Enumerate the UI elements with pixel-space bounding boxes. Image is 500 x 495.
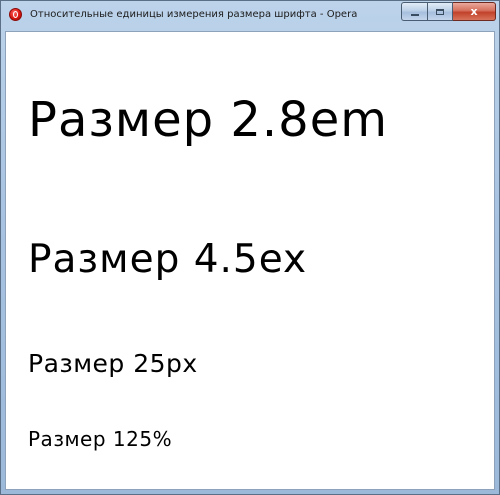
text-size-2-8em: Размер 2.8em	[28, 92, 388, 148]
text-size-125-percent: Размер 125%	[28, 427, 173, 451]
opera-icon[interactable]	[9, 8, 22, 21]
close-button[interactable]: x	[453, 2, 496, 21]
maximize-button[interactable]	[427, 2, 453, 21]
text-size-4-5ex: Размер 4.5ex	[28, 237, 308, 282]
browser-window: Относительные единицы измерения размера …	[0, 0, 500, 495]
page-content: Размер 2.8em Размер 4.5ex Размер 25px Ра…	[5, 31, 495, 490]
window-controls: x	[401, 2, 496, 21]
title-bar[interactable]: Относительные единицы измерения размера …	[1, 1, 499, 31]
close-icon: x	[470, 5, 478, 18]
text-size-25px: Размер 25px	[28, 349, 198, 378]
minimize-icon	[410, 13, 419, 16]
window-title: Относительные единицы измерения размера …	[30, 9, 358, 20]
maximize-icon	[436, 8, 444, 15]
minimize-button[interactable]	[401, 2, 427, 21]
